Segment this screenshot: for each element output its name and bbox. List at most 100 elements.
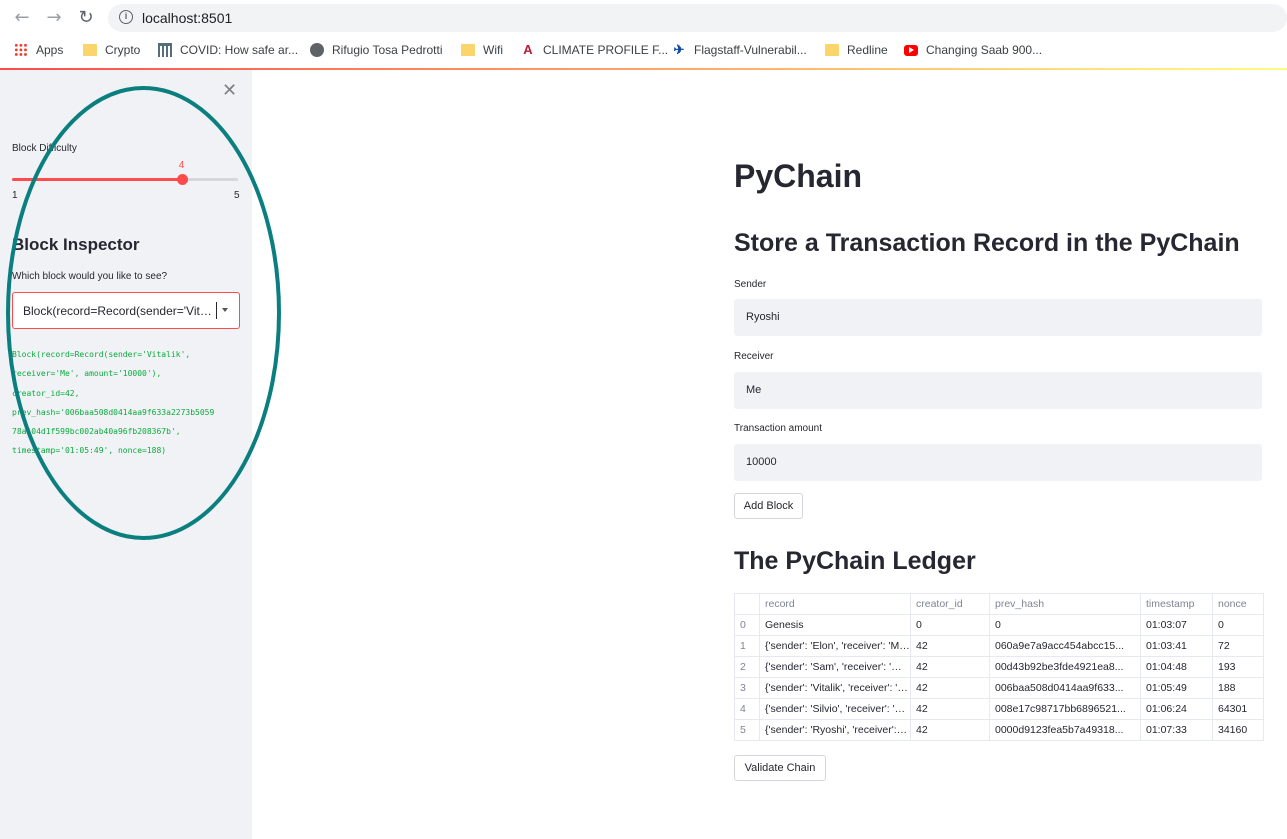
table-cell: 42 (910, 635, 990, 657)
row-index: 0 (734, 614, 760, 636)
table-cell: {'sender': 'Ryoshi', 'receiver': 'Me', '… (759, 719, 911, 741)
table-cell: 01:03:41 (1140, 635, 1213, 657)
slider-fill (12, 178, 182, 181)
form-heading: Store a Transaction Record in the PyChai… (734, 229, 1240, 257)
column-header[interactable]: timestamp (1140, 593, 1213, 615)
table-cell: Genesis (759, 614, 911, 636)
row-index: 3 (734, 677, 760, 699)
bookmark-apps[interactable]: Apps (14, 41, 63, 59)
browser-toolbar: ← → ↻ i localhost:8501 (0, 0, 1287, 36)
table-cell: 42 (910, 656, 990, 678)
bookmark-wifi[interactable]: Wifi (461, 41, 503, 59)
bookmark-label: Flagstaff-Vulnerabil... (694, 43, 807, 57)
ledger-table: record creator_id prev_hash timestamp no… (734, 593, 1264, 741)
table-cell: 0000d9123fea5b7a49318... (989, 719, 1141, 741)
add-block-button[interactable]: Add Block (734, 493, 803, 519)
bookmark-label: Rifugio Tosa Pedrotti (332, 43, 443, 57)
row-index: 4 (734, 698, 760, 720)
table-cell: 0 (1212, 614, 1264, 636)
validate-chain-button[interactable]: Validate Chain (734, 755, 826, 781)
bookmark-label: CLIMATE PROFILE F... (543, 43, 669, 57)
url-text: localhost:8501 (142, 10, 233, 26)
university-logo-icon: A (523, 42, 533, 57)
row-index: 5 (734, 719, 760, 741)
table-cell: 34160 (1212, 719, 1264, 741)
table-cell: 193 (1212, 656, 1264, 678)
row-index: 1 (734, 635, 760, 657)
bookmark-covid[interactable]: COVID: How safe ar... (158, 41, 298, 59)
block-select[interactable]: Block(record=Record(sender='Vitalik', re… (12, 292, 240, 329)
close-sidebar-icon[interactable]: ✕ (222, 80, 237, 101)
select-cursor (216, 302, 217, 319)
table-row: 1 {'sender': 'Elon', 'receiver': 'Me', '… (734, 635, 1264, 657)
bookmark-label: Apps (36, 43, 64, 57)
bookmarks-bar: Apps Crypto COVID: How safe ar... Rifugi… (0, 36, 1287, 64)
table-row: 3 {'sender': 'Vitalik', 'receiver': 'Me'… (734, 677, 1264, 699)
receiver-input[interactable]: Me (734, 372, 1262, 409)
slider-min-label: 1 (12, 190, 18, 201)
amount-input[interactable]: 10000 (734, 444, 1262, 481)
table-row: 0 Genesis 0 0 01:03:07 0 (734, 614, 1264, 636)
slider-current-value: 4 (178, 160, 185, 171)
block-select-label: Which block would you like to see? (12, 271, 168, 282)
table-cell: {'sender': 'Silvio', 'receiver': 'Me', '… (759, 698, 911, 720)
bookmark-crypto[interactable]: Crypto (83, 41, 140, 59)
column-header[interactable]: prev_hash (989, 593, 1141, 615)
table-cell: 01:05:49 (1140, 677, 1213, 699)
table-cell: 42 (910, 719, 990, 741)
table-cell: 64301 (1212, 698, 1264, 720)
bookmark-climate-profile[interactable]: A CLIMATE PROFILE F... (521, 41, 668, 59)
table-cell: {'sender': 'Elon', 'receiver': 'Me', 'am… (759, 635, 911, 657)
table-cell: 01:04:48 (1140, 656, 1213, 678)
nau-logo-icon: ✈ (673, 42, 685, 57)
address-bar[interactable]: i localhost:8501 (108, 4, 1287, 32)
chevron-down-icon[interactable] (222, 308, 228, 312)
youtube-icon (904, 44, 918, 56)
block-inspector-heading: Block Inspector (12, 235, 140, 254)
table-cell: 42 (910, 677, 990, 699)
sender-input[interactable]: Ryoshi (734, 299, 1262, 336)
bookmark-label: Redline (847, 43, 888, 57)
block-output-code: Block(record=Record(sender='Vitalik', re… (12, 350, 215, 456)
bookmark-label: COVID: How safe ar... (180, 43, 299, 57)
slider-thumb[interactable] (176, 174, 188, 185)
page-title: PyChain (734, 158, 863, 194)
bookmark-flagstaff[interactable]: ✈ Flagstaff-Vulnerabil... (672, 41, 807, 59)
folder-icon (461, 44, 475, 56)
bookmark-saab[interactable]: Changing Saab 900... (904, 41, 1042, 59)
column-header[interactable] (734, 593, 760, 615)
receiver-label: Receiver (734, 351, 774, 362)
ledger-header-row: record creator_id prev_hash timestamp no… (734, 593, 1264, 615)
table-cell: 42 (910, 698, 990, 720)
table-cell: 0 (910, 614, 990, 636)
table-cell: 008e17c98717bb6896521... (989, 698, 1141, 720)
difficulty-slider[interactable]: 4 (12, 160, 238, 185)
folder-icon (83, 44, 97, 56)
bookmark-redline[interactable]: Redline (825, 41, 888, 59)
slider-label: Block Difficulty (12, 143, 77, 154)
table-row: 4 {'sender': 'Silvio', 'receiver': 'Me',… (734, 698, 1264, 720)
ledger-heading: The PyChain Ledger (734, 547, 976, 575)
table-cell: 00d43b92be3fde4921ea8... (989, 656, 1141, 678)
table-cell: 01:03:07 (1140, 614, 1213, 636)
table-cell: 188 (1212, 677, 1264, 699)
table-cell: 0 (989, 614, 1141, 636)
bookmark-rifugio[interactable]: Rifugio Tosa Pedrotti (310, 41, 443, 59)
table-cell: 006baa508d0414aa9f633... (989, 677, 1141, 699)
reload-icon[interactable]: ↻ (76, 8, 96, 28)
table-cell: {'sender': 'Vitalik', 'receiver': 'Me', … (759, 677, 911, 699)
amount-label: Transaction amount (734, 423, 823, 434)
column-header[interactable]: creator_id (910, 593, 990, 615)
table-cell: 01:07:33 (1140, 719, 1213, 741)
sidebar: ✕ Block Difficulty 4 1 5 Block Inspector… (0, 70, 252, 839)
info-icon[interactable]: i (119, 10, 133, 24)
table-row: 5 {'sender': 'Ryoshi', 'receiver': 'Me',… (734, 719, 1264, 741)
main-content: PyChain Store a Transaction Record in th… (252, 70, 1287, 839)
column-header[interactable]: record (759, 593, 911, 615)
apps-grid-icon (14, 43, 28, 57)
slider-max-label: 5 (234, 190, 240, 201)
column-header[interactable]: nonce (1212, 593, 1264, 615)
folder-icon (825, 44, 839, 56)
forward-arrow-icon[interactable]: → (44, 8, 64, 28)
back-arrow-icon[interactable]: ← (12, 8, 32, 28)
